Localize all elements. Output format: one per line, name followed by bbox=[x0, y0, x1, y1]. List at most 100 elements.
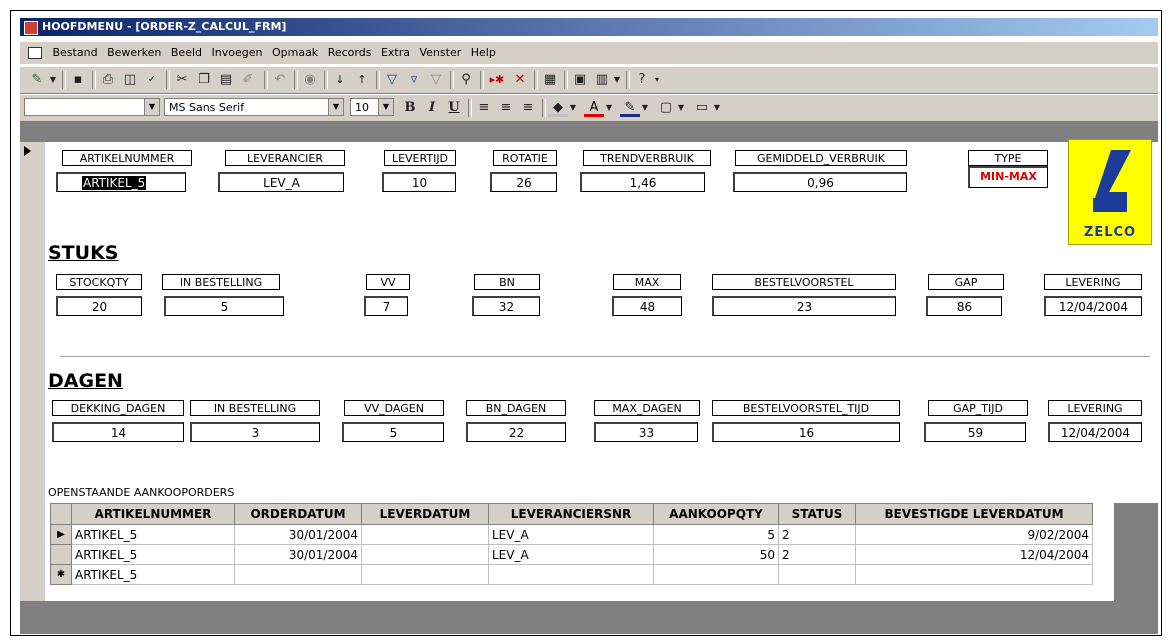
levering-field[interactable]: 12/04/2004 bbox=[1044, 296, 1142, 316]
cell-orderdatum[interactable] bbox=[234, 564, 362, 585]
col-status[interactable]: STATUS bbox=[778, 503, 856, 525]
col-aankoopqty[interactable]: AANKOOPQTY bbox=[653, 503, 779, 525]
col-artikelnummer[interactable]: ARTIKELNUMMER bbox=[71, 503, 235, 525]
max-dagen-field[interactable]: 33 bbox=[594, 422, 698, 442]
new-record-icon[interactable]: ▸✱ bbox=[486, 71, 508, 89]
cell-artikel[interactable]: ARTIKEL_5 bbox=[71, 524, 235, 545]
copy-icon[interactable]: ❐ bbox=[194, 71, 214, 89]
cell-orderdatum[interactable]: 30/01/2004 bbox=[234, 544, 362, 565]
table-row[interactable]: ▶ ARTIKEL_5 30/01/2004 LEV_A 5 2 9/02/20… bbox=[50, 524, 1093, 545]
properties-icon[interactable]: ▦ bbox=[540, 71, 560, 89]
underline-icon[interactable]: U bbox=[444, 99, 464, 117]
levertijd-field[interactable]: 10 bbox=[382, 172, 456, 192]
bestelvoorstel-tijd-field[interactable]: 16 bbox=[712, 422, 900, 442]
cell-leverancier[interactable]: LEV_A bbox=[488, 544, 654, 565]
col-bevestigde-leverdatum[interactable]: BEVESTIGDE LEVERDATUM bbox=[855, 503, 1093, 525]
new-object-icon[interactable]: ▥ bbox=[592, 71, 612, 89]
font-combo[interactable]: MS Sans Serif ▼ bbox=[164, 98, 344, 116]
stockqty-field[interactable]: 20 bbox=[56, 296, 142, 316]
special-effect-dropdown-icon[interactable]: ▼ bbox=[712, 99, 722, 117]
new-record-icon[interactable]: ✱ bbox=[50, 564, 72, 585]
new-record-row[interactable]: ✱ ARTIKEL_5 bbox=[50, 564, 1093, 585]
vv-dagen-field[interactable]: 5 bbox=[342, 422, 444, 442]
border-width-dropdown-icon[interactable]: ▼ bbox=[676, 99, 686, 117]
view-icon[interactable]: ✎ bbox=[26, 71, 48, 89]
special-effect-icon[interactable]: ▭ bbox=[692, 99, 712, 117]
hyperlink-icon[interactable]: ◉ bbox=[300, 71, 320, 89]
cell-leverancier[interactable] bbox=[488, 564, 654, 585]
find-icon[interactable]: ⚲ bbox=[456, 71, 476, 89]
in-bestelling-field[interactable]: 5 bbox=[164, 296, 284, 316]
border-width-icon[interactable]: ▢ bbox=[656, 99, 676, 117]
fill-color-dropdown-icon[interactable]: ▼ bbox=[568, 99, 578, 117]
cell-leverancier[interactable]: LEV_A bbox=[488, 524, 654, 545]
cut-icon[interactable]: ✂ bbox=[172, 71, 192, 89]
line-color-icon[interactable]: ✎ bbox=[620, 99, 640, 117]
menu-bestand[interactable]: Bestand bbox=[50, 42, 101, 64]
cell-leverdatum[interactable] bbox=[361, 544, 489, 565]
cell-bevestigd[interactable] bbox=[855, 564, 1093, 585]
type-field[interactable]: MIN-MAX bbox=[968, 166, 1048, 188]
artikelnummer-field[interactable]: ARTIKEL_5 bbox=[56, 172, 186, 192]
sort-ascending-icon[interactable]: ↓ bbox=[330, 71, 350, 89]
levering-dagen-field[interactable]: 12/04/2004 bbox=[1048, 422, 1142, 442]
line-color-dropdown-icon[interactable]: ▼ bbox=[640, 99, 650, 117]
sort-descending-icon[interactable]: ↑ bbox=[352, 71, 372, 89]
object-combo[interactable]: ▼ bbox=[24, 98, 160, 116]
apply-filter-icon[interactable]: ▽ bbox=[426, 71, 446, 89]
format-painter-icon[interactable]: ✐ bbox=[238, 71, 258, 89]
menu-beeld[interactable]: Beeld bbox=[168, 42, 205, 64]
col-orderdatum[interactable]: ORDERDATUM bbox=[234, 503, 362, 525]
bestelvoorstel-field[interactable]: 23 bbox=[712, 296, 896, 316]
view-dropdown-icon[interactable]: ▼ bbox=[48, 71, 58, 89]
vv-field[interactable]: 7 bbox=[364, 296, 408, 316]
cell-artikel[interactable]: ARTIKEL_5 bbox=[71, 564, 235, 585]
bold-icon[interactable]: B bbox=[400, 99, 420, 117]
new-object-dropdown-icon[interactable]: ▼ bbox=[612, 71, 622, 89]
form-icon[interactable] bbox=[28, 47, 42, 59]
header-selector[interactable] bbox=[50, 503, 72, 525]
bn-field[interactable]: 32 bbox=[472, 296, 540, 316]
cell-bevestigd[interactable]: 12/04/2004 bbox=[855, 544, 1093, 565]
table-row[interactable]: ARTIKEL_5 30/01/2004 LEV_A 50 2 12/04/20… bbox=[50, 544, 1093, 565]
gap-field[interactable]: 86 bbox=[926, 296, 1002, 316]
cell-status[interactable]: 2 bbox=[778, 544, 856, 565]
filter-by-selection-icon[interactable]: ▽ bbox=[382, 71, 402, 89]
undo-icon[interactable]: ↶ bbox=[270, 71, 290, 89]
font-size-combo[interactable]: 10 ▼ bbox=[350, 98, 394, 116]
bn-dagen-field[interactable]: 22 bbox=[466, 422, 566, 442]
cell-qty[interactable]: 50 bbox=[653, 544, 779, 565]
delete-record-icon[interactable]: ✕ bbox=[510, 71, 530, 89]
spelling-icon[interactable]: ✓ bbox=[142, 71, 162, 89]
gemiddeld-verbruik-field[interactable]: 0,96 bbox=[733, 172, 907, 192]
print-icon[interactable]: ⎙ bbox=[98, 71, 118, 89]
menu-venster[interactable]: Venster bbox=[416, 42, 464, 64]
trendverbruik-field[interactable]: 1,46 bbox=[580, 172, 705, 192]
cell-artikel[interactable]: ARTIKEL_5 bbox=[71, 544, 235, 565]
toolbar-options-icon[interactable]: ▾ bbox=[652, 71, 662, 89]
menu-help[interactable]: Help bbox=[468, 42, 499, 64]
cell-status[interactable]: 2 bbox=[778, 524, 856, 545]
col-leveranciersnr[interactable]: LEVERANCIERSNR bbox=[488, 503, 654, 525]
help-icon[interactable]: ? bbox=[632, 71, 652, 89]
leverancier-field[interactable]: LEV_A bbox=[218, 172, 344, 192]
font-color-dropdown-icon[interactable]: ▼ bbox=[604, 99, 614, 117]
cell-orderdatum[interactable]: 30/01/2004 bbox=[234, 524, 362, 545]
gap-tijd-field[interactable]: 59 bbox=[924, 422, 1026, 442]
cell-status[interactable] bbox=[778, 564, 856, 585]
align-left-icon[interactable]: ≡ bbox=[474, 99, 494, 117]
dekking-dagen-field[interactable]: 14 bbox=[52, 422, 184, 442]
font-color-icon[interactable]: A bbox=[584, 99, 604, 117]
cell-bevestigd[interactable]: 9/02/2004 bbox=[855, 524, 1093, 545]
rotatie-field[interactable]: 26 bbox=[490, 172, 557, 192]
filter-by-form-icon[interactable]: ▿ bbox=[404, 71, 424, 89]
fill-color-icon[interactable]: ◆ bbox=[548, 99, 568, 117]
paste-icon[interactable]: ▤ bbox=[216, 71, 236, 89]
record-selector[interactable] bbox=[20, 142, 36, 616]
menu-opmaak[interactable]: Opmaak bbox=[269, 42, 321, 64]
save-icon[interactable]: ▪ bbox=[68, 71, 88, 89]
print-preview-icon[interactable]: ◫ bbox=[120, 71, 140, 89]
in-bestelling-dagen-field[interactable]: 3 bbox=[190, 422, 320, 442]
database-window-icon[interactable]: ▣ bbox=[570, 71, 590, 89]
align-right-icon[interactable]: ≡ bbox=[518, 99, 538, 117]
